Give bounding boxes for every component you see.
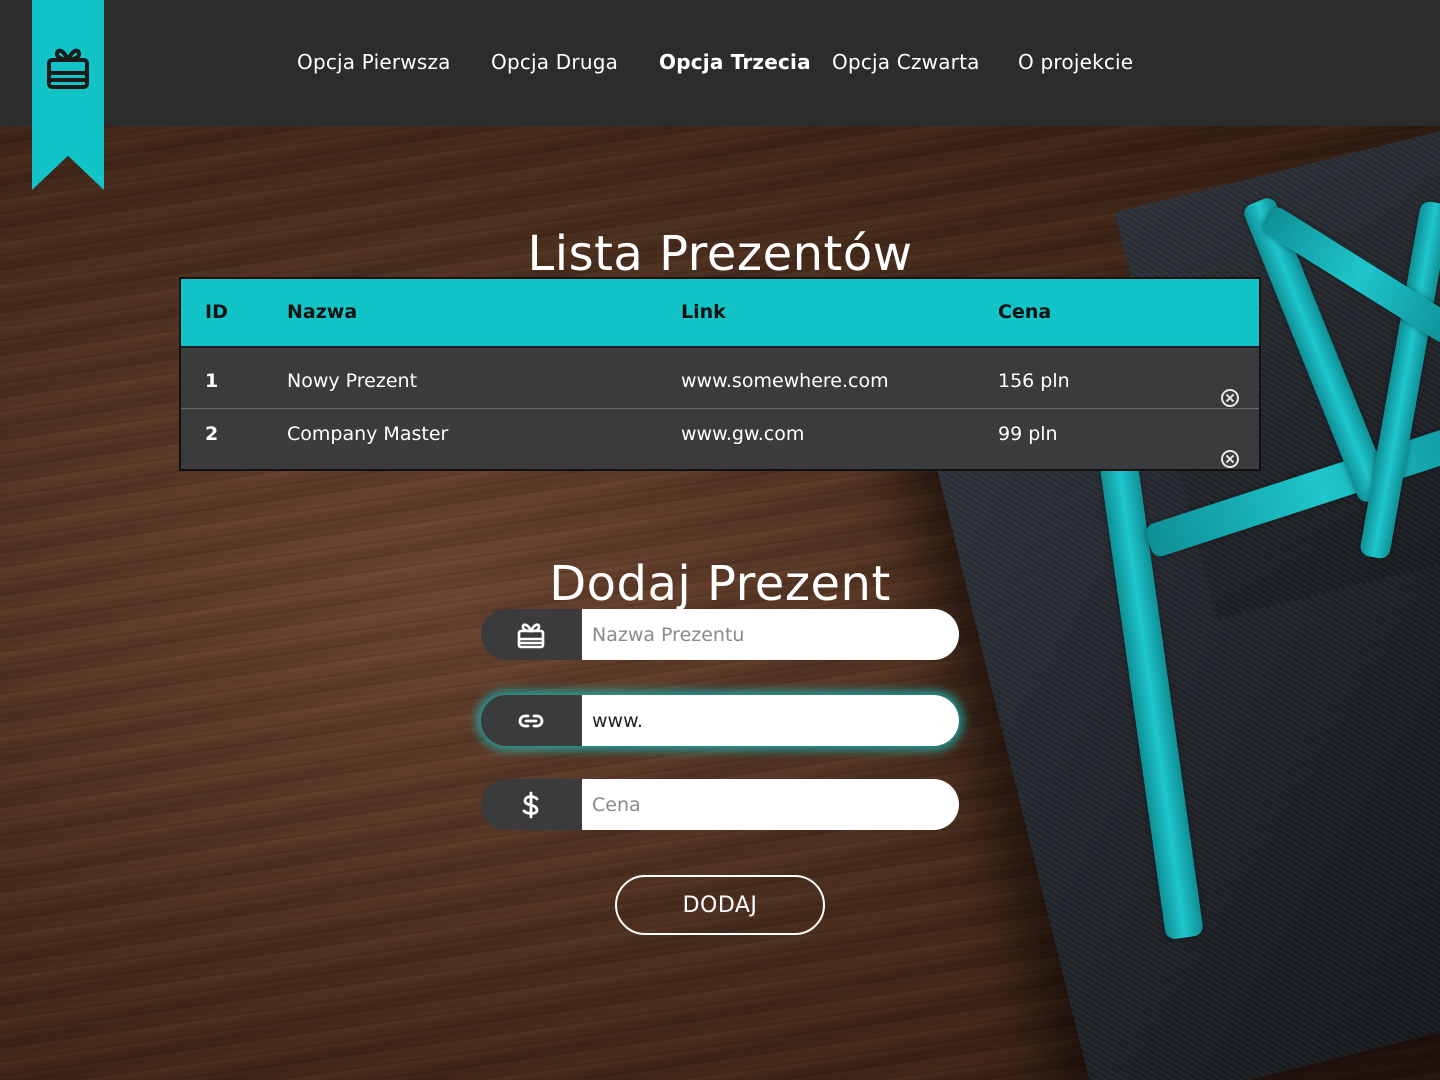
table-header: ID Nazwa Link Cena: [181, 279, 1259, 348]
add-gift-button[interactable]: DODAJ: [615, 875, 825, 935]
row-price: 156 pln: [998, 370, 1070, 392]
row-id: 1: [205, 370, 219, 392]
gift-price-field: [481, 779, 959, 830]
link-icon: [518, 714, 544, 728]
top-navigation-bar: Opcja Pierwsza Opcja Druga Opcja Trzecia…: [0, 0, 1440, 126]
column-header-name: Nazwa: [287, 301, 358, 323]
gift-price-input[interactable]: [582, 779, 959, 830]
gift-table: ID Nazwa Link Cena 1 Nowy Prezent www.so…: [179, 277, 1261, 471]
row-link[interactable]: www.somewhere.com: [681, 370, 889, 392]
gift-link-addon: [481, 695, 582, 746]
column-header-link: Link: [681, 301, 726, 323]
column-header-id: ID: [205, 301, 228, 323]
gift-name-input[interactable]: [582, 609, 959, 660]
gift-link-input[interactable]: [582, 695, 959, 746]
gift-price-addon: [481, 779, 582, 830]
nav-item-opcja-druga[interactable]: Opcja Druga: [491, 50, 618, 74]
nav-item-opcja-pierwsza[interactable]: Opcja Pierwsza: [297, 50, 451, 74]
nav-item-opcja-czwarta[interactable]: Opcja Czwarta: [832, 50, 980, 74]
row-link[interactable]: www.gw.com: [681, 423, 804, 445]
gift-icon: [47, 48, 89, 89]
table-row: 2 Company Master www.gw.com 99 pln: [181, 409, 1259, 469]
nav-item-o-projekcie[interactable]: O projekcie: [1018, 50, 1133, 74]
gift-list-title: Lista Prezentów: [527, 226, 913, 283]
row-name: Nowy Prezent: [287, 370, 418, 392]
add-gift-title: Dodaj Prezent: [549, 555, 891, 612]
close-circle-icon[interactable]: [1221, 389, 1239, 407]
gift-link-field: [481, 695, 959, 746]
close-circle-icon[interactable]: [1221, 450, 1239, 468]
row-id: 2: [205, 423, 219, 445]
row-price: 99 pln: [998, 423, 1058, 445]
row-name: Company Master: [287, 423, 449, 445]
nav-item-opcja-trzecia[interactable]: Opcja Trzecia: [659, 50, 811, 74]
gift-name-field: [481, 609, 959, 660]
logo-bookmark[interactable]: [32, 0, 104, 190]
gift-icon: [517, 623, 545, 649]
dollar-icon: [522, 791, 539, 819]
column-header-price: Cena: [998, 301, 1052, 323]
main-nav: Opcja Pierwsza Opcja Druga Opcja Trzecia…: [0, 0, 1440, 126]
table-row: 1 Nowy Prezent www.somewhere.com 156 pln: [181, 348, 1259, 409]
gift-name-addon: [481, 609, 582, 660]
